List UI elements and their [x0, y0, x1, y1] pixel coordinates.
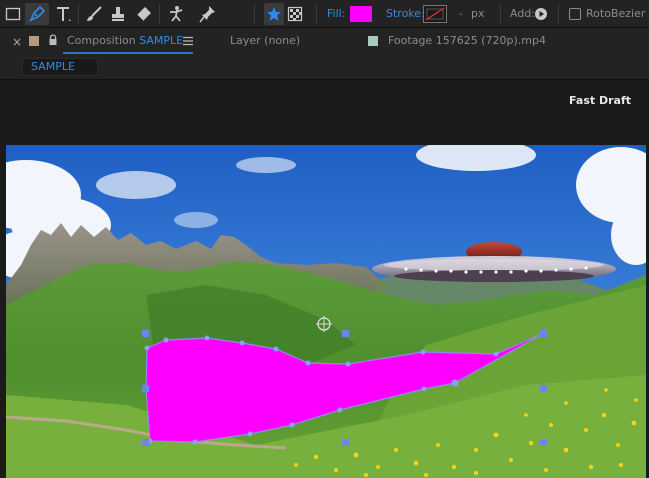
- puppet-pin-tool-button[interactable]: [165, 3, 187, 25]
- footage-label-color: [368, 36, 378, 46]
- tab-composition-prefix: Composition: [67, 34, 136, 47]
- eraser-icon: [136, 7, 151, 22]
- fill-label[interactable]: Fill:: [327, 7, 345, 21]
- fast-draft-label: Fast Draft: [569, 94, 631, 107]
- tab-layer[interactable]: Layer (none): [230, 34, 300, 47]
- add-label: Add:: [510, 7, 536, 20]
- tab-composition-name: SAMPLE: [139, 34, 184, 47]
- hamburger-icon: [183, 36, 193, 46]
- composition-canvas[interactable]: [6, 145, 646, 478]
- rotobezier-label: RotoBezier: [586, 7, 646, 20]
- no-stroke-icon: [425, 7, 445, 21]
- lock-glyph: [49, 34, 57, 45]
- lock-icon[interactable]: [48, 34, 58, 49]
- puppet-pin-icon: [170, 6, 183, 22]
- stroke-width-value[interactable]: -: [459, 7, 463, 21]
- stroke-color-swatch[interactable]: [423, 5, 447, 23]
- close-panel-icon[interactable]: ×: [12, 35, 22, 49]
- breadcrumb-composition[interactable]: SAMPLE: [22, 58, 98, 76]
- tab-composition[interactable]: Composition SAMPLE: [67, 34, 183, 47]
- play-circle-icon: [535, 8, 547, 20]
- scene-image[interactable]: [6, 145, 646, 478]
- brush-tool-button[interactable]: [84, 3, 104, 25]
- stroke-width-unit: px: [471, 7, 485, 20]
- rotobezier-checkbox[interactable]: [569, 8, 581, 20]
- toolbar-divider: [558, 4, 559, 24]
- fill-color-swatch[interactable]: [349, 5, 373, 23]
- pen-tool-icon: [29, 5, 46, 22]
- tool-creates-mask-button[interactable]: [285, 3, 305, 25]
- toolbar-divider: [159, 4, 160, 24]
- brush-tool-icon: [87, 6, 102, 21]
- type-tool-button[interactable]: [53, 3, 73, 25]
- stroke-label[interactable]: Stroke:: [386, 7, 425, 21]
- rectangle-tool-button[interactable]: [3, 3, 23, 25]
- toolbar-divider: [254, 4, 255, 24]
- roto-pin-tool-button[interactable]: [197, 3, 219, 25]
- mask-checker-icon: [287, 6, 303, 22]
- tool-creates-shape-button[interactable]: [264, 3, 284, 25]
- clone-stamp-tool-button[interactable]: [108, 3, 128, 25]
- rectangle-tool-icon: [5, 7, 21, 21]
- toolbar-divider: [78, 4, 79, 24]
- panel-menu-icon[interactable]: [183, 36, 193, 49]
- tab-footage[interactable]: Footage 157625 (720p).mp4: [388, 34, 546, 47]
- composition-label-color[interactable]: [29, 36, 39, 46]
- add-dropdown-button[interactable]: [533, 3, 549, 25]
- pen-tool-button[interactable]: [25, 3, 49, 25]
- toolbar-divider: [500, 4, 501, 24]
- clone-stamp-icon: [112, 7, 124, 21]
- star-icon: [267, 7, 281, 21]
- eraser-tool-button[interactable]: [133, 3, 155, 25]
- toolbar-divider: [316, 4, 317, 24]
- active-tab-underline: [63, 52, 193, 54]
- type-tool-icon: [57, 7, 71, 21]
- pin-tool-icon: [199, 6, 215, 23]
